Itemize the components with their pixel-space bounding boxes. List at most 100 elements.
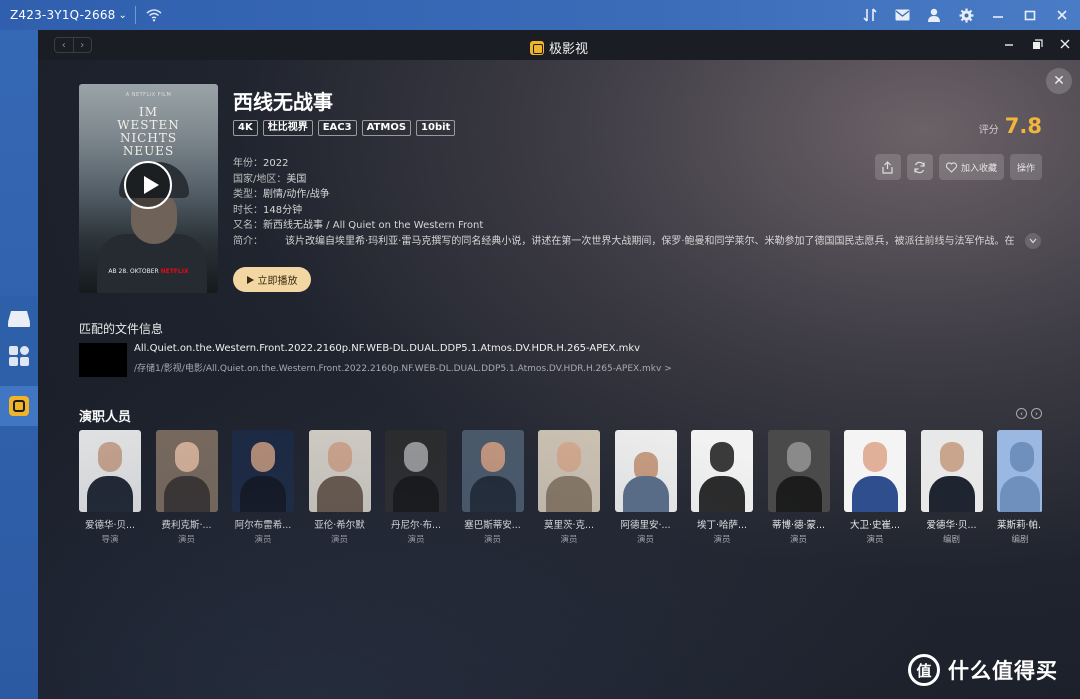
cast-card[interactable]: 爱德华·贝... 编剧: [920, 430, 983, 545]
cast-photo: [767, 430, 830, 512]
file-info-title: 匹配的文件信息: [79, 322, 164, 336]
photo-head: [557, 442, 581, 472]
meta-label: 年份：: [233, 158, 263, 169]
cast-role: 编剧: [942, 535, 960, 545]
file-name: All.Quiet.on.the.Western.Front.2022.2160…: [134, 343, 641, 354]
watermark: 值 什么值得买: [908, 654, 1058, 686]
cast-role: 演员: [254, 535, 272, 545]
poster-date: AB 28. OKTOBER: [108, 268, 159, 275]
rating: 评分 7.8: [979, 114, 1042, 138]
mail-icon[interactable]: [894, 7, 910, 23]
video-app-icon[interactable]: [6, 393, 32, 419]
cast-role: 演员: [713, 535, 731, 545]
cast-role: 演员: [407, 535, 425, 545]
window-minimize-icon[interactable]: [1002, 37, 1016, 51]
photo-head: [939, 442, 964, 472]
cast-role: 演员: [560, 535, 578, 545]
placeholder-avatar-icon: [1010, 442, 1034, 472]
meta-label: 国家/地区：: [233, 173, 287, 185]
movie-poster[interactable]: A NETFLIX FILM IM WESTEN NICHTS NEUES AB…: [79, 84, 218, 293]
movie-title: 西线无战事: [233, 90, 333, 114]
window-close-icon[interactable]: [1058, 37, 1072, 51]
cast-next-icon[interactable]: ›: [1031, 408, 1042, 419]
cast-photo: [79, 430, 141, 512]
photo-torso: [775, 476, 822, 512]
transfer-icon[interactable]: [862, 7, 878, 23]
photo-torso: [546, 476, 592, 512]
play-icon[interactable]: [124, 161, 172, 209]
play-now-button[interactable]: 立即播放: [233, 267, 311, 292]
cast-prev-icon[interactable]: ‹: [1016, 408, 1027, 419]
cast-card[interactable]: 亚伦·希尔默 演员: [308, 430, 371, 545]
cast-role: 演员: [177, 535, 195, 545]
cast-pager: ‹ ›: [1016, 408, 1042, 419]
divider: [134, 6, 136, 24]
cast-card[interactable]: 蒂博·德·蒙... 演员: [767, 430, 830, 545]
quality-tags: 4K 杜比视界 EAC3 ATMOS 10bit: [233, 120, 456, 136]
meta-label: 类型：: [233, 189, 263, 201]
window-restore-icon[interactable]: [1030, 37, 1044, 51]
file-thumbnail[interactable]: [79, 343, 127, 377]
cast-card[interactable]: 爱德华·贝... 导演: [79, 430, 141, 545]
play-triangle-icon: [246, 275, 254, 284]
cast-card[interactable]: 费利克斯·... 演员: [155, 430, 218, 545]
poster-brand: NETFLIX: [160, 268, 189, 275]
app-grid-icon[interactable]: [6, 343, 32, 369]
cast-name: 亚伦·希尔默: [314, 520, 365, 531]
app-window: ‹ › 极影视 ✕ A NETFLIX FILM IM WESTEN NICHT…: [38, 30, 1080, 699]
host-top-bar: Z423-3Y1Q-2668 ⌄: [0, 0, 1080, 30]
tag-badge: EAC3: [317, 120, 357, 136]
device-name[interactable]: Z423-3Y1Q-2668: [10, 8, 116, 22]
meta-value: 148分钟: [263, 204, 303, 216]
close-detail-button[interactable]: ✕: [1046, 68, 1072, 94]
storage-drive-icon[interactable]: [6, 306, 32, 332]
close-icon[interactable]: [1054, 7, 1070, 23]
device-chevron-icon[interactable]: ⌄: [119, 10, 127, 21]
photo-torso: [163, 476, 210, 512]
maximize-icon[interactable]: [1022, 7, 1038, 23]
cast-photo: [920, 430, 983, 512]
minimize-icon[interactable]: [990, 7, 1006, 23]
cast-photo: [614, 430, 677, 512]
photo-head: [327, 442, 352, 472]
photo-torso: [852, 476, 898, 512]
movie-meta: 年份：2022 国家/地区：美国 类型：剧情/动作/战争 时长：148分钟 又名…: [233, 156, 1043, 250]
cast-role: 演员: [483, 535, 501, 545]
cast-name: 费利克斯·...: [161, 520, 212, 531]
host-tray: [862, 0, 1070, 30]
cast-name: 埃丁·哈萨...: [696, 520, 748, 531]
cast-card[interactable]: 大卫·史崔... 演员: [844, 430, 906, 545]
wifi-icon[interactable]: [146, 7, 162, 23]
cast-photo: [232, 430, 294, 512]
photo-head: [786, 442, 811, 472]
photo-torso: [316, 476, 363, 512]
expand-synopsis-icon[interactable]: [1025, 233, 1041, 249]
host-dock: [0, 296, 38, 434]
poster-title: IM WESTEN NICHTS NEUES: [79, 106, 218, 158]
photo-torso: [469, 476, 516, 512]
poster-top-text: A NETFLIX FILM: [125, 92, 172, 98]
cast-card[interactable]: 丹尼尔·布... 演员: [385, 430, 447, 545]
cast-card[interactable]: 阿德里安·... 演员: [614, 430, 677, 545]
cast-card[interactable]: 埃丁·哈萨... 演员: [691, 430, 753, 545]
synopsis-text: 该片改编自埃里希·玛利亚·雷马克撰写的同名经典小说，讲述在第一次世界大战期间，保…: [285, 235, 1015, 247]
cast-card[interactable]: 莫里茨·克... 演员: [538, 430, 600, 545]
cast-name: 爱德华·贝...: [84, 520, 136, 531]
cast-role: 演员: [789, 535, 807, 545]
cast-name: 莱斯莉·帕...: [997, 520, 1042, 531]
cast-card[interactable]: 阿尔布雷希... 演员: [232, 430, 294, 545]
user-icon[interactable]: [926, 7, 942, 23]
settings-gear-icon[interactable]: [958, 7, 974, 23]
cast-name: 塞巴斯蒂安...: [464, 520, 521, 531]
cast-role: 导演: [101, 535, 119, 545]
meta-genre: 类型：剧情/动作/战争: [233, 187, 1043, 203]
cast-card[interactable]: 塞巴斯蒂安... 演员: [461, 430, 524, 545]
meta-country: 国家/地区：美国: [233, 172, 1043, 188]
file-path-link[interactable]: /存储1/影视/电影/All.Quiet.on.the.Western.Fron…: [134, 361, 672, 374]
photo-head: [404, 442, 428, 472]
meta-value: 2022: [263, 158, 289, 169]
cast-role: 编剧: [1011, 535, 1029, 545]
window-title: 极影视: [38, 38, 1080, 57]
cast-card[interactable]: 莱斯莉·帕... 编剧: [997, 430, 1042, 545]
meta-label: 时长：: [233, 204, 263, 216]
